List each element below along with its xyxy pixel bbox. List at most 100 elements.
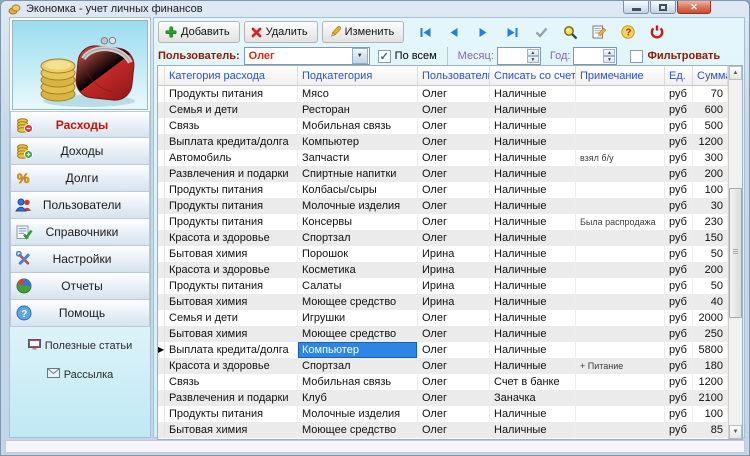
table-row[interactable]: Бытовая химия Моющее средство Олег Наличные… [158, 326, 728, 342]
table-cell[interactable]: 150 [693, 230, 728, 246]
table-row[interactable]: Выплата кредита/долга Компьютер Олег Наличн… [158, 134, 728, 150]
delete-button[interactable]: Удалить [243, 21, 318, 43]
column-header[interactable]: Пользователь [418, 66, 490, 85]
table-cell[interactable]: Автомобиль [165, 150, 298, 166]
table-cell[interactable]: Бытовая химия [165, 422, 298, 438]
table-row[interactable]: ▶ Выплата кредита/долга Компьютер Олег Налич… [158, 342, 728, 358]
table-cell[interactable]: Олег [418, 198, 490, 214]
table-row[interactable]: Семья и дети Ресторан Олег Наличные руб 600 [158, 102, 728, 118]
table-cell[interactable]: руб [665, 214, 693, 230]
table-cell[interactable]: Продукты питания [165, 182, 298, 198]
table-cell[interactable]: Олег [418, 182, 490, 198]
table-cell[interactable]: руб [665, 262, 693, 278]
table-cell[interactable]: Наличные [490, 358, 576, 374]
table-cell[interactable]: Молочные изделия [298, 198, 418, 214]
table-cell[interactable]: Спортзал [298, 230, 418, 246]
table-cell[interactable]: 1200 [693, 134, 728, 150]
table-cell[interactable]: Бытовая химия [165, 326, 298, 342]
table-cell[interactable]: руб [665, 310, 693, 326]
table-cell[interactable]: Консервы [298, 214, 418, 230]
table-cell[interactable] [576, 134, 665, 150]
table-cell[interactable]: Наличные [490, 182, 576, 198]
table-cell[interactable]: 100 [693, 182, 728, 198]
sidebar-item-users[interactable]: Пользователи [10, 192, 150, 219]
table-cell[interactable] [576, 166, 665, 182]
table-cell[interactable]: руб [665, 230, 693, 246]
table-cell[interactable]: Ирина [418, 278, 490, 294]
table-cell[interactable]: Олег [418, 326, 490, 342]
spin-down-icon[interactable]: ▼ [526, 56, 539, 63]
table-cell[interactable]: Спортзал [298, 358, 418, 374]
table-cell[interactable]: Связь [165, 118, 298, 134]
table-cell[interactable]: 40 [693, 294, 728, 310]
table-cell[interactable]: Наличные [490, 166, 576, 182]
vertical-scrollbar[interactable]: ▲ ▼ [728, 66, 742, 439]
apply-icon[interactable] [533, 24, 549, 40]
table-cell[interactable]: Наличные [490, 214, 576, 230]
sidebar-item-income[interactable]: Доходы [10, 138, 150, 165]
column-header[interactable]: Ед. [665, 66, 693, 85]
table-cell[interactable]: руб [665, 374, 693, 390]
table-cell[interactable]: Наличные [490, 86, 576, 102]
table-cell[interactable]: Олег [418, 166, 490, 182]
table-cell[interactable]: Выплата кредита/долга [165, 134, 298, 150]
table-cell[interactable]: Наличные [490, 326, 576, 342]
table-cell[interactable] [576, 198, 665, 214]
scroll-down-icon[interactable]: ▼ [729, 425, 742, 439]
table-cell[interactable]: Ирина [418, 246, 490, 262]
table-cell[interactable]: Олег [418, 310, 490, 326]
table-row[interactable]: Бытовая химия Моющее средство Олег Наличные… [158, 422, 728, 438]
table-cell[interactable]: руб [665, 294, 693, 310]
sidebar-item-references[interactable]: Справочники [10, 219, 150, 246]
table-cell[interactable]: 1200 [693, 374, 728, 390]
table-cell[interactable]: Наличные [490, 102, 576, 118]
table-cell[interactable] [576, 310, 665, 326]
table-cell[interactable]: руб [665, 390, 693, 406]
table-cell[interactable]: руб [665, 246, 693, 262]
table-row[interactable]: Продукты питания Молочные изделия Олег Нали… [158, 406, 728, 422]
table-row[interactable]: Связь Мобильная связь Олег Счет в банке руб 1… [158, 374, 728, 390]
table-cell[interactable] [576, 118, 665, 134]
column-header[interactable]: Списать со счета [490, 66, 576, 85]
table-cell[interactable]: Наличные [490, 294, 576, 310]
table-cell[interactable]: 300 [693, 150, 728, 166]
exit-icon[interactable] [649, 24, 665, 40]
table-row[interactable]: Красота и здоровье Спортзал Олег Наличные + … [158, 358, 728, 374]
table-row[interactable]: Бытовая химия Порошок Ирина Наличные руб 50 [158, 246, 728, 262]
table-cell[interactable]: Олег [418, 406, 490, 422]
table-cell[interactable]: Продукты питания [165, 86, 298, 102]
scrollbar-thumb[interactable] [729, 188, 742, 318]
table-cell[interactable]: Компьютер [298, 134, 418, 150]
table-cell[interactable]: Наличные [490, 198, 576, 214]
table-cell[interactable]: 600 [693, 102, 728, 118]
table-cell[interactable]: 180 [693, 358, 728, 374]
table-cell[interactable]: Продукты питания [165, 406, 298, 422]
table-cell[interactable] [576, 422, 665, 438]
table-cell[interactable]: Колбасы/сыры [298, 182, 418, 198]
table-cell[interactable]: Запчасти [298, 150, 418, 166]
table-cell[interactable]: Наличные [490, 342, 576, 358]
table-cell[interactable]: Олег [418, 118, 490, 134]
sidebar-item-debts[interactable]: % Долги [10, 165, 150, 192]
by-all-checkbox[interactable]: ✓ [377, 49, 391, 63]
table-cell[interactable]: руб [665, 134, 693, 150]
table-cell[interactable]: 500 [693, 118, 728, 134]
table-cell[interactable]: Наличные [490, 134, 576, 150]
link-newsletter[interactable]: Рассылка [46, 368, 113, 381]
table-row[interactable]: Бытовая химия Моющее средство Ирина Наличны… [158, 294, 728, 310]
table-cell[interactable]: Красота и здоровье [165, 358, 298, 374]
table-cell[interactable] [576, 102, 665, 118]
spin-down-icon[interactable]: ▼ [603, 56, 616, 63]
table-cell[interactable] [576, 182, 665, 198]
table-cell[interactable]: Продукты питания [165, 278, 298, 294]
table-cell[interactable]: Моющее средство [298, 294, 418, 310]
minimize-button[interactable] [623, 1, 649, 14]
table-cell[interactable]: руб [665, 422, 693, 438]
table-cell[interactable]: Ирина [418, 294, 490, 310]
table-cell[interactable] [576, 326, 665, 342]
table-cell[interactable]: Наличные [490, 310, 576, 326]
table-cell[interactable]: Олег [418, 342, 490, 358]
column-header[interactable]: Категория расхода [165, 66, 298, 85]
table-cell[interactable]: руб [665, 118, 693, 134]
table-cell[interactable]: руб [665, 166, 693, 182]
